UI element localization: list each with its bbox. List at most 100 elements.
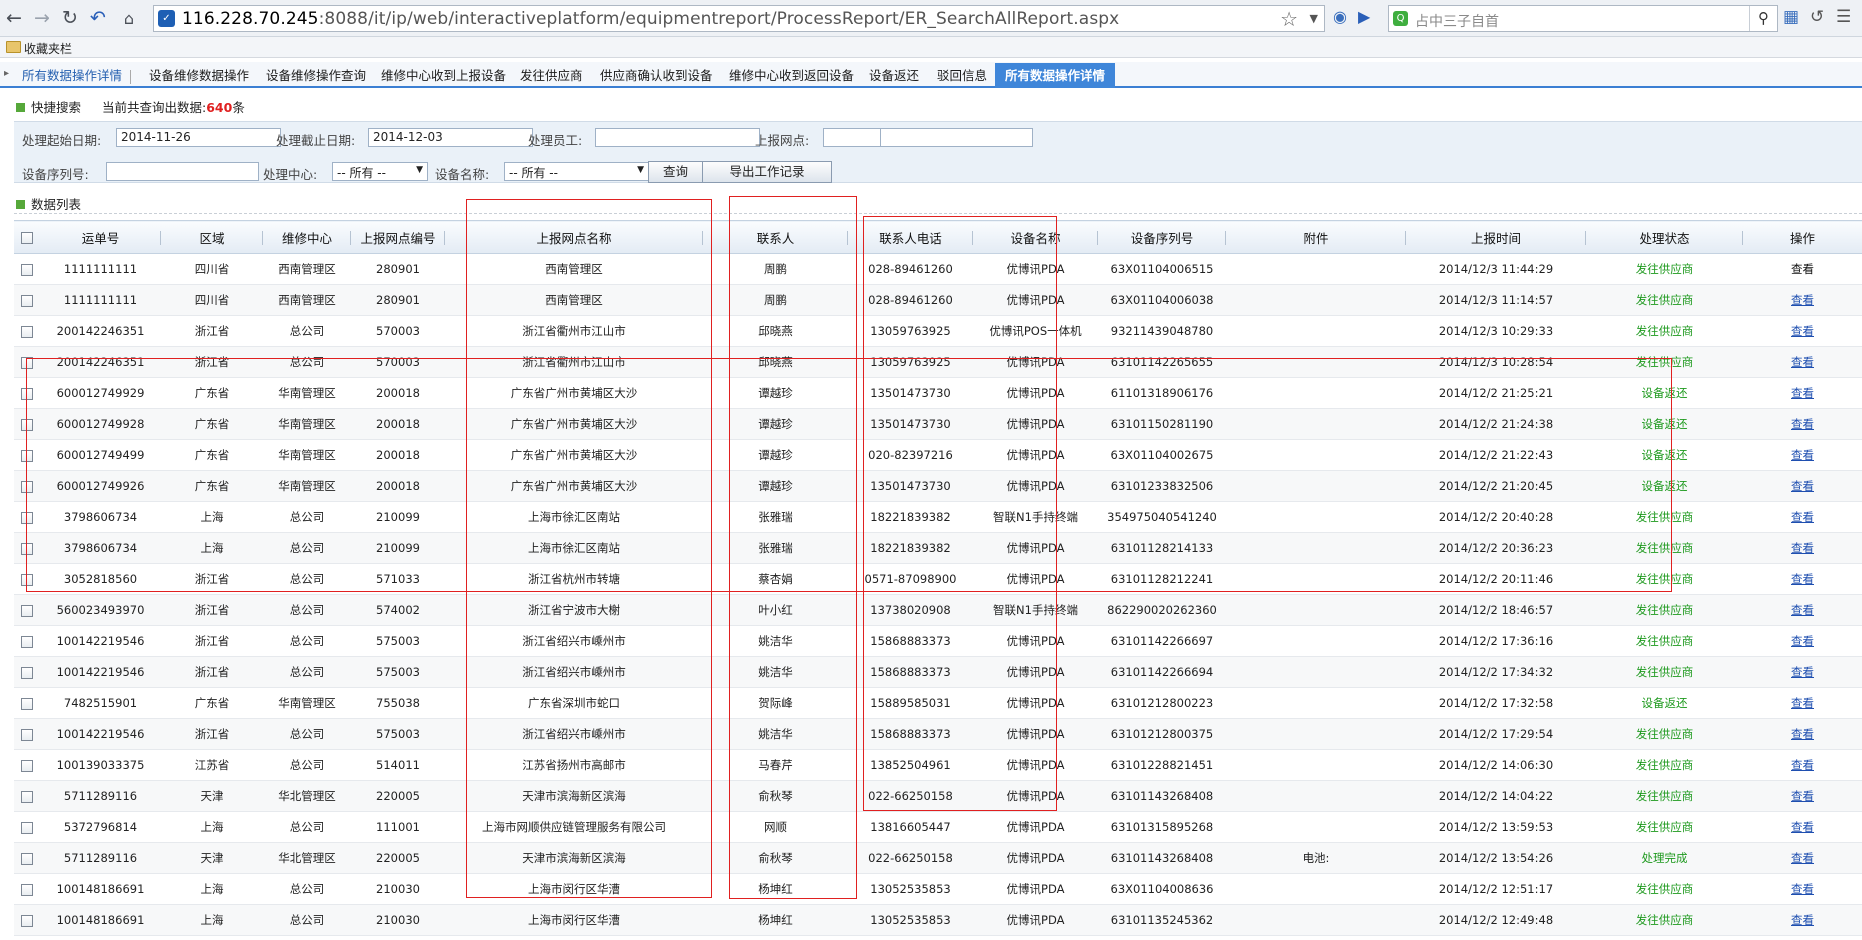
row-checkbox[interactable] (21, 790, 33, 803)
row-checkbox-cell[interactable] (14, 625, 40, 657)
url-text[interactable]: 116.228.70.245:8088/it/ip/web/interactiv… (182, 9, 1119, 29)
row-checkbox-cell[interactable] (14, 563, 40, 595)
favorite-star-icon[interactable]: ☆ (1280, 7, 1298, 31)
row-checkbox[interactable] (21, 356, 33, 369)
table-cell[interactable]: 查看 (1743, 718, 1862, 750)
row-checkbox[interactable] (21, 759, 33, 772)
table-cell[interactable]: 查看 (1743, 377, 1862, 409)
row-checkbox-cell[interactable] (14, 904, 40, 936)
search-box[interactable]: Q 占中三子自首 ⚲ (1388, 5, 1778, 32)
row-checkbox[interactable] (21, 573, 33, 586)
row-checkbox-cell[interactable] (14, 811, 40, 843)
table-cell[interactable]: 查看 (1743, 253, 1862, 285)
query-button[interactable]: 查询 (648, 161, 703, 183)
table-cell[interactable]: 查看 (1743, 749, 1862, 781)
row-checkbox[interactable] (21, 387, 33, 400)
row-checkbox-cell[interactable] (14, 470, 40, 502)
tab-item[interactable]: 设备维修操作查询 (262, 66, 370, 86)
tab-active[interactable]: 所有数据操作详情 (995, 63, 1116, 88)
table-cell[interactable]: 查看 (1743, 346, 1862, 378)
table-cell[interactable]: 查看 (1743, 408, 1862, 440)
bookmarks-label[interactable]: 收藏夹栏 (24, 40, 72, 57)
table-cell[interactable]: 查看 (1743, 439, 1862, 471)
device-select[interactable]: -- 所有 -- ▼ (504, 162, 649, 181)
table-cell[interactable]: 查看 (1743, 811, 1862, 843)
center-select[interactable]: -- 所有 -- ▼ (332, 162, 428, 181)
row-checkbox-cell[interactable] (14, 842, 40, 874)
row-checkbox-cell[interactable] (14, 439, 40, 471)
undo-icon[interactable]: ↶ (86, 6, 110, 30)
row-checkbox-cell[interactable] (14, 501, 40, 533)
row-checkbox[interactable] (21, 666, 33, 679)
row-checkbox-cell[interactable] (14, 594, 40, 626)
table-cell[interactable]: 查看 (1743, 625, 1862, 657)
site-code-input[interactable] (823, 128, 881, 147)
row-checkbox[interactable] (21, 294, 33, 307)
row-checkbox[interactable] (21, 914, 33, 927)
row-checkbox-cell[interactable] (14, 656, 40, 688)
address-bar[interactable]: ✓ 116.228.70.245:8088/it/ip/web/interact… (153, 5, 1325, 32)
row-checkbox-cell[interactable] (14, 315, 40, 347)
forward-icon[interactable]: → (30, 6, 54, 30)
row-checkbox-cell[interactable] (14, 718, 40, 750)
tab-all-operations[interactable]: 所有数据操作详情 (18, 66, 126, 86)
table-cell[interactable]: 查看 (1743, 315, 1862, 347)
row-checkbox[interactable] (21, 263, 33, 276)
undo-close-icon[interactable]: ↺ (1810, 7, 1824, 27)
back-icon[interactable]: ← (2, 6, 26, 30)
row-checkbox-cell[interactable] (14, 253, 40, 285)
compat-mode-icon[interactable]: ◉ (1333, 7, 1347, 26)
tab-item[interactable]: 设备返还 (865, 66, 923, 86)
table-cell[interactable]: 查看 (1743, 470, 1862, 502)
export-button[interactable]: 导出工作记录 (702, 161, 832, 183)
table-cell[interactable]: 查看 (1743, 780, 1862, 812)
row-checkbox-cell[interactable] (14, 377, 40, 409)
row-checkbox[interactable] (21, 480, 33, 493)
staff-input[interactable] (595, 128, 760, 147)
row-checkbox[interactable] (21, 852, 33, 865)
search-icon[interactable]: ⚲ (1749, 6, 1777, 31)
row-checkbox-cell[interactable] (14, 532, 40, 564)
table-cell[interactable]: 查看 (1743, 904, 1862, 936)
menu-icon[interactable]: ☰ (1836, 7, 1851, 27)
tab-item[interactable]: 维修中心收到上报设备 (377, 66, 510, 86)
table-cell[interactable]: 查看 (1743, 594, 1862, 626)
tab-item[interactable]: 供应商确认收到设备 (596, 66, 717, 86)
row-checkbox[interactable] (21, 325, 33, 338)
apps-icon[interactable]: ▦ (1783, 7, 1799, 27)
select-all-checkbox[interactable] (21, 232, 33, 244)
row-checkbox[interactable] (21, 511, 33, 524)
serial-input[interactable] (106, 162, 259, 181)
play-icon[interactable]: ▶ (1358, 7, 1370, 26)
row-checkbox[interactable] (21, 542, 33, 555)
tab-item[interactable]: 发往供应商 (516, 66, 587, 86)
start-date-input[interactable]: 2014-11-26 (116, 128, 281, 147)
row-checkbox[interactable] (21, 883, 33, 896)
table-cell[interactable]: 查看 (1743, 873, 1862, 905)
url-dropdown-icon[interactable]: ▼ (1310, 12, 1318, 25)
row-checkbox-cell[interactable] (14, 346, 40, 378)
search-placeholder[interactable]: 占中三子自首 (1415, 11, 1499, 31)
header-checkbox[interactable] (14, 220, 40, 254)
table-cell[interactable]: 查看 (1743, 656, 1862, 688)
table-cell[interactable]: 查看 (1743, 501, 1862, 533)
search-engine-icon[interactable]: Q (1393, 11, 1408, 26)
row-checkbox[interactable] (21, 728, 33, 741)
row-checkbox-cell[interactable] (14, 408, 40, 440)
row-checkbox-cell[interactable] (14, 780, 40, 812)
refresh-icon[interactable]: ↻ (58, 6, 82, 30)
row-checkbox-cell[interactable] (14, 749, 40, 781)
row-checkbox[interactable] (21, 604, 33, 617)
table-cell[interactable]: 查看 (1743, 842, 1862, 874)
home-icon[interactable]: ⌂ (117, 6, 141, 30)
table-cell[interactable]: 查看 (1743, 563, 1862, 595)
tab-item[interactable]: 设备维修数据操作 (145, 66, 253, 86)
table-cell[interactable]: 查看 (1743, 532, 1862, 564)
row-checkbox[interactable] (21, 449, 33, 462)
row-checkbox-cell[interactable] (14, 284, 40, 316)
tab-item[interactable]: 维修中心收到返回设备 (725, 66, 858, 86)
row-checkbox-cell[interactable] (14, 873, 40, 905)
site-name-input[interactable] (880, 128, 1033, 147)
row-checkbox[interactable] (21, 635, 33, 648)
table-cell[interactable]: 查看 (1743, 284, 1862, 316)
